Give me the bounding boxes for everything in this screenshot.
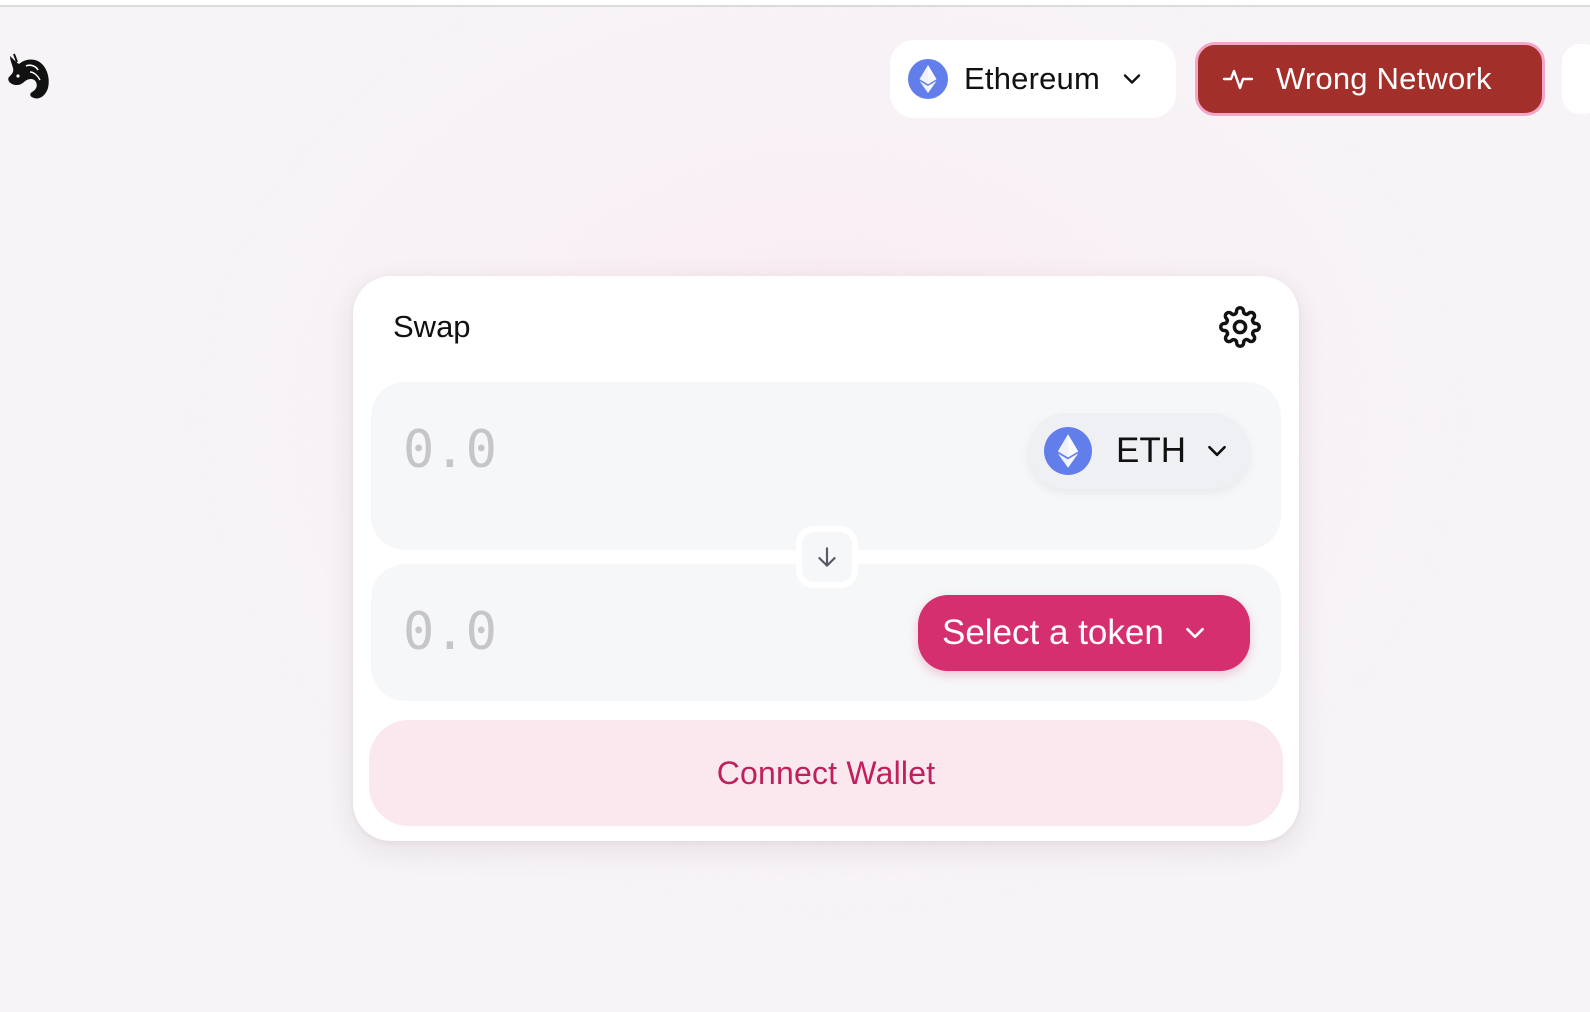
chevron-down-icon xyxy=(1123,74,1141,84)
input-token-label: ETH xyxy=(1116,431,1186,470)
ethereum-icon xyxy=(1044,427,1092,475)
chevron-down-icon xyxy=(1185,627,1204,639)
network-selector[interactable]: Ethereum xyxy=(890,40,1176,118)
browser-top-edge xyxy=(0,0,1590,7)
output-amount[interactable] xyxy=(403,602,703,662)
input-field-panel: ETH xyxy=(371,382,1281,550)
network-label: Ethereum xyxy=(964,61,1100,96)
uniswap-unicorn-icon[interactable] xyxy=(4,50,54,102)
wrong-network-label: Wrong Network xyxy=(1276,61,1492,96)
gear-icon[interactable] xyxy=(1219,306,1261,348)
account-button-edge[interactable] xyxy=(1562,44,1590,114)
ethereum-icon xyxy=(908,59,948,99)
wrong-network-button[interactable]: Wrong Network xyxy=(1195,42,1545,116)
chevron-down-icon xyxy=(1208,445,1226,457)
input-token-selector[interactable]: ETH xyxy=(1028,413,1250,489)
connect-wallet-button[interactable]: Connect Wallet xyxy=(369,720,1283,826)
select-token-label: Select a token xyxy=(942,613,1164,652)
select-token-button[interactable]: Select a token xyxy=(918,595,1250,671)
arrow-down-icon xyxy=(818,547,836,567)
swap-title: Swap xyxy=(393,309,471,344)
pulse-icon xyxy=(1222,69,1254,90)
switch-direction-button[interactable] xyxy=(796,526,858,588)
swap-card: Swap ETH Select a to xyxy=(353,276,1299,841)
input-amount[interactable] xyxy=(403,420,703,480)
